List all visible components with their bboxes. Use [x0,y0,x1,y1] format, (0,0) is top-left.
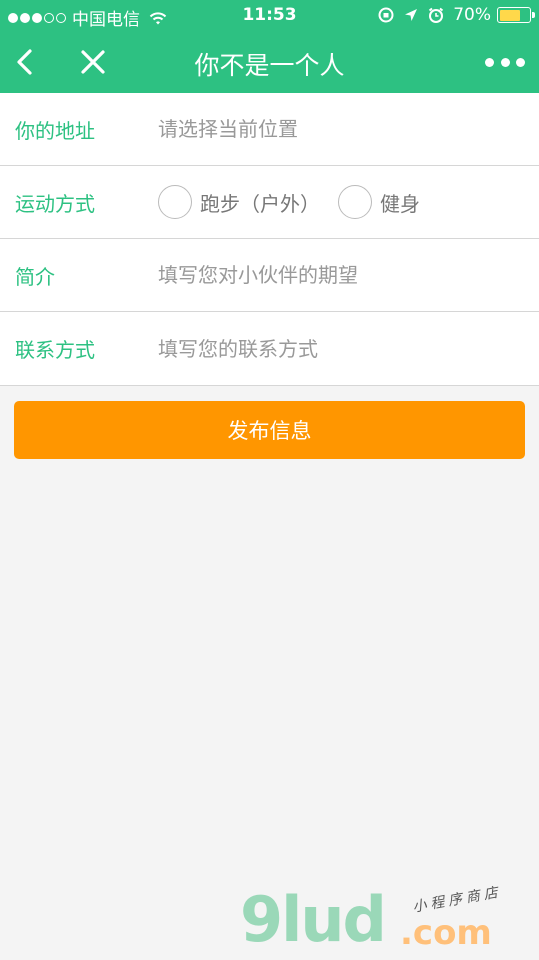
address-row: 你的地址 [0,93,539,166]
battery-icon [497,7,535,23]
address-label: 你的地址 [15,118,95,143]
nav-bar: 你不是一个人 [0,32,539,93]
alarm-clock-icon [429,7,444,23]
rotation-lock-icon [378,7,394,23]
contact-label: 联系方式 [15,338,95,362]
close-icon [81,50,105,74]
more-dots-icon [485,57,494,67]
publish-form: 你的地址 运动方式 跑步（户外） 健身 简介 联系方式 [0,93,539,386]
more-button[interactable] [485,50,525,74]
radio-circle[interactable] [158,185,192,219]
battery-nub [532,12,535,18]
watermark-logo: 9lud [240,883,387,956]
intro-input[interactable] [158,255,518,295]
address-picker[interactable] [158,109,518,149]
app-header: 中国电信 11:53 70% 你不是一个人 [0,0,539,93]
more-dots-icon [516,57,525,67]
contact-row: 联系方式 [0,312,539,386]
radio-fitness[interactable]: 健身 [338,185,420,219]
intro-row: 简介 [0,239,539,312]
watermark: 9lud 小程序商店 .com [240,883,530,956]
contact-input[interactable] [158,328,518,369]
close-button[interactable] [75,44,111,80]
radio-circle[interactable] [338,185,372,219]
sport-row: 运动方式 跑步（户外） 健身 [0,166,539,239]
status-bar: 中国电信 11:53 70% [0,0,539,32]
back-button[interactable] [8,44,44,80]
radio-running-outdoor[interactable]: 跑步（户外） [158,185,320,219]
status-right: 70% [377,5,535,25]
more-dots-icon [500,57,510,67]
sport-label: 运动方式 [15,191,95,216]
watermark-tagline: 小程序商店 [411,884,503,916]
publish-button[interactable]: 发布信息 [14,401,525,459]
chevron-left-icon [17,49,32,75]
battery-percent: 70% [453,5,491,25]
sport-radio-group: 跑步（户外） 健身 [158,185,438,219]
radio-label: 健身 [380,191,420,216]
radio-label: 跑步（户外） [200,191,320,216]
watermark-domain: .com [400,913,492,953]
battery-level [499,9,520,21]
intro-label: 简介 [15,264,55,289]
location-arrow-icon [405,9,418,21]
